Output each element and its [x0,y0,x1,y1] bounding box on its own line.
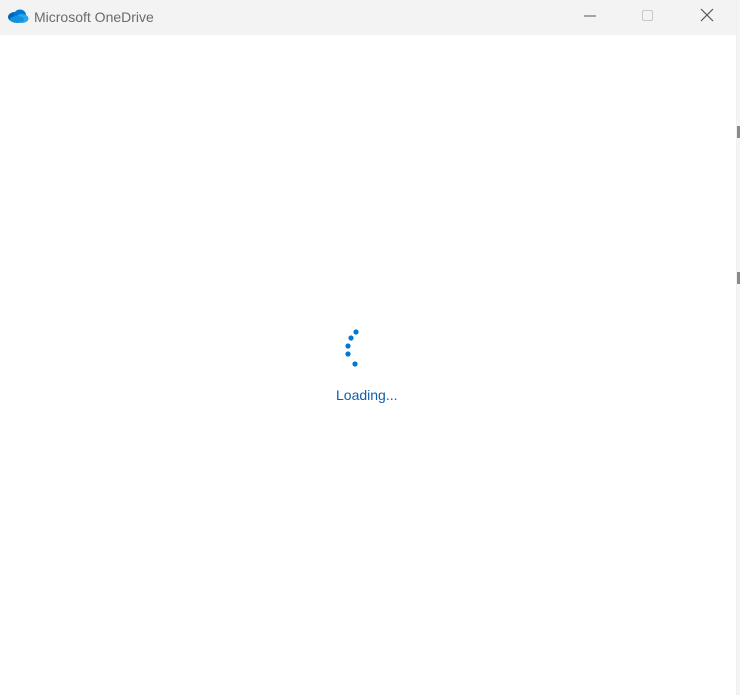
title-bar[interactable]: Microsoft OneDrive [0,0,736,35]
maximize-icon [642,9,654,27]
maximize-button[interactable] [625,0,671,35]
content-area: Loading... [0,35,736,695]
loading-status-text: Loading... [336,387,398,403]
onedrive-cloud-icon [7,8,29,24]
close-button[interactable] [684,0,730,35]
window-title: Microsoft OneDrive [34,9,154,25]
loading-spinner-icon [340,327,364,369]
close-icon [700,8,714,27]
minimize-icon [584,9,596,27]
onedrive-window: Microsoft OneDrive Loading... [0,0,736,695]
minimize-button[interactable] [567,0,613,35]
